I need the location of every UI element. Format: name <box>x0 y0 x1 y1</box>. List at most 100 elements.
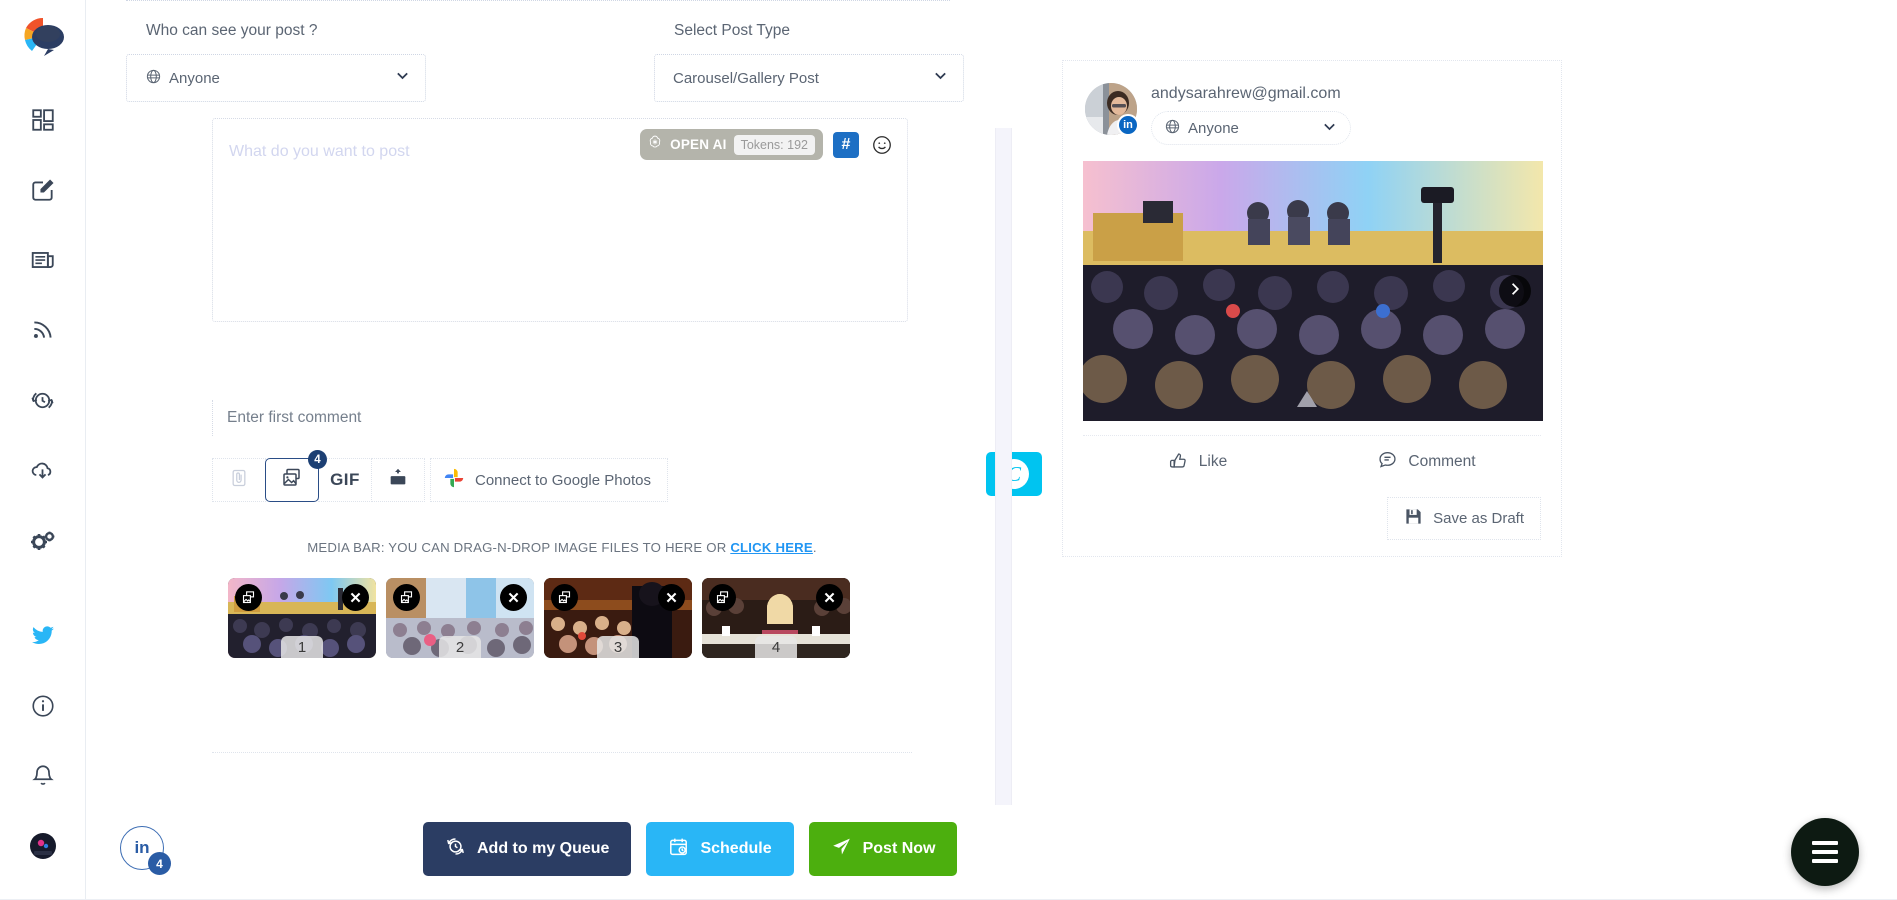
thumbs-up-icon <box>1168 449 1189 475</box>
left-sidebar <box>0 0 86 900</box>
post-type-select[interactable]: Carousel/Gallery Post <box>654 54 964 102</box>
add-to-queue-button[interactable]: Add to my Queue <box>423 822 631 876</box>
visibility-value: Anyone <box>169 70 220 87</box>
hashtag-icon[interactable]: # <box>833 132 859 158</box>
post-preview-panel: in andysarahrew@gmail.com Anyone <box>1062 60 1562 557</box>
remove-thumbnail-button[interactable]: ✕ <box>342 584 369 611</box>
upload-image-button[interactable] <box>371 458 425 502</box>
media-thumbnail[interactable]: ✕ 2 <box>386 578 534 658</box>
like-label: Like <box>1199 453 1227 471</box>
image-file-icon <box>709 584 736 611</box>
preview-account-email: andysarahrew@gmail.com <box>1151 85 1351 103</box>
account-avatar-icon <box>28 831 58 861</box>
post-type-value: Carousel/Gallery Post <box>673 70 932 87</box>
account-count-badge: 4 <box>148 852 171 875</box>
brand-logo[interactable] <box>18 12 68 62</box>
first-comment-input[interactable]: Enter first comment <box>212 400 908 436</box>
comment-button[interactable]: Comment <box>1312 436 1541 487</box>
post-now-label: Post Now <box>863 840 936 858</box>
floppy-disk-icon <box>1404 507 1423 530</box>
newspaper-icon <box>30 247 56 273</box>
linkedin-account-chip[interactable]: in 4 <box>120 826 164 870</box>
tokens-chip: Tokens: 192 <box>734 135 815 155</box>
sidebar-item-compose[interactable] <box>20 170 66 210</box>
sidebar-item-dashboard[interactable] <box>20 100 66 140</box>
compose-top-divider <box>126 0 950 1</box>
primary-actions: Add to my Queue Schedule <box>423 822 957 876</box>
preview-draft-row: Save as Draft <box>1063 487 1561 556</box>
sidebar-item-settings[interactable] <box>20 520 66 560</box>
like-button[interactable]: Like <box>1083 436 1312 487</box>
linkedin-badge-icon: in <box>1117 114 1139 136</box>
clock-refresh-icon <box>29 387 56 414</box>
preview-header: in andysarahrew@gmail.com Anyone <box>1063 61 1561 161</box>
remove-thumbnail-button[interactable]: ✕ <box>500 584 527 611</box>
gears-icon <box>29 527 57 553</box>
sidebar-item-rss[interactable] <box>20 310 66 350</box>
calendar-clock-icon <box>668 836 689 862</box>
sidebar-item-queue-history[interactable] <box>20 380 66 420</box>
bottom-action-bar: in 4 Add to my Queue <box>86 812 1897 900</box>
sidebar-item-twitter[interactable] <box>20 616 66 656</box>
preview-visibility-value: Anyone <box>1188 120 1239 137</box>
gif-button[interactable]: GIF <box>318 458 372 502</box>
floating-menu-button[interactable] <box>1791 818 1859 886</box>
editor-tools: OPEN AI Tokens: 192 # <box>640 129 895 160</box>
thumbnail-index: 4 <box>755 636 797 658</box>
images-button[interactable]: 4 <box>265 458 319 502</box>
google-photos-label: Connect to Google Photos <box>475 472 651 489</box>
save-as-draft-label: Save as Draft <box>1433 510 1524 527</box>
visibility-label: Who can see your post ? <box>126 22 426 40</box>
grid-icon <box>30 107 56 133</box>
media-thumbnail[interactable]: ✕ 4 <box>702 578 850 658</box>
visibility-value-wrap: Anyone <box>145 68 394 89</box>
twitter-icon <box>29 624 57 648</box>
compose-panel: Who can see your post ? Anyone <box>86 0 1006 900</box>
thumbnail-index: 2 <box>439 636 481 658</box>
hamburger-menu-icon <box>1812 841 1838 863</box>
sidebar-bottom-nav <box>20 616 66 900</box>
sidebar-item-info[interactable] <box>20 686 66 726</box>
sidebar-item-account[interactable] <box>20 826 66 866</box>
media-thumbnail[interactable]: ✕ 3 <box>544 578 692 658</box>
linkedin-icon: in <box>134 838 149 858</box>
media-thumbnail[interactable]: ✕ 1 <box>228 578 376 658</box>
remove-thumbnail-button[interactable]: ✕ <box>658 584 685 611</box>
queue-clock-icon <box>445 836 466 862</box>
sidebar-item-notifications[interactable] <box>20 756 66 796</box>
openai-logo-icon <box>647 134 663 155</box>
schedule-label: Schedule <box>700 840 771 858</box>
schedule-button[interactable]: Schedule <box>646 822 793 876</box>
google-photos-icon <box>443 467 465 493</box>
remove-thumbnail-button[interactable]: ✕ <box>816 584 843 611</box>
media-hint-link[interactable]: CLICK HERE <box>730 540 813 555</box>
sidebar-item-downloads[interactable] <box>20 450 66 490</box>
comment-label: Comment <box>1408 453 1475 471</box>
upload-image-icon <box>387 467 409 494</box>
openai-button[interactable]: OPEN AI Tokens: 192 <box>640 129 823 160</box>
vertical-scrollbar[interactable] <box>995 128 1012 805</box>
rss-icon <box>30 317 56 343</box>
gif-label: GIF <box>330 470 360 490</box>
save-as-draft-button[interactable]: Save as Draft <box>1387 497 1541 540</box>
thumbnail-index: 1 <box>281 636 323 658</box>
info-circle-icon <box>30 693 56 719</box>
visibility-select[interactable]: Anyone <box>126 54 426 102</box>
post-now-button[interactable]: Post Now <box>809 822 958 876</box>
attach-file-button[interactable] <box>212 458 266 502</box>
preview-visibility-select[interactable]: Anyone <box>1151 111 1351 145</box>
chevron-right-icon <box>1507 281 1523 302</box>
paperclip-icon <box>229 468 249 493</box>
chevron-down-icon <box>394 67 411 89</box>
sidebar-item-content[interactable] <box>20 240 66 280</box>
post-editor-card[interactable]: What do you want to post OPEN AI Tokens:… <box>212 118 908 322</box>
preview-carousel-image[interactable] <box>1083 161 1543 421</box>
smiley-icon[interactable] <box>869 132 895 158</box>
post-type-label: Select Post Type <box>654 22 964 40</box>
post-editor-placeholder: What do you want to post <box>229 143 410 161</box>
preview-account-block: andysarahrew@gmail.com Anyone <box>1151 83 1351 145</box>
carousel-next-button[interactable] <box>1499 275 1531 307</box>
globe-people-icon <box>145 68 162 89</box>
google-photos-button[interactable]: Connect to Google Photos <box>430 458 668 502</box>
compose-pencil-icon <box>30 177 56 203</box>
